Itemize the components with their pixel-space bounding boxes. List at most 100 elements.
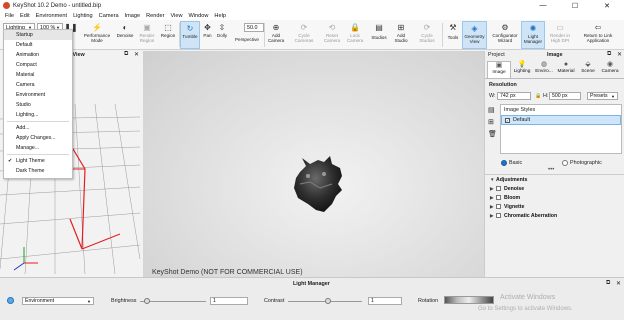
menu-item-manage[interactable]: Manage... [4,143,72,153]
render-viewport[interactable]: KeyShot Demo (NOT FOR COMMERCIAL USE) [143,51,484,277]
dragon-head-model[interactable] [286,154,356,224]
pan-label: Pan [203,33,212,38]
reset-camera-button[interactable]: ⟲ Reset Camera [320,21,344,49]
contrast-label: Contrast [264,298,285,304]
brightness-slider-handle[interactable] [144,298,150,304]
adjustments-header[interactable]: ▼ Adjustments [490,175,620,184]
tab-camera[interactable]: ◉ Camera [598,61,622,78]
menu-item-compact[interactable]: Compact [4,60,72,70]
region-button[interactable]: ⬚ Region [158,21,178,49]
add-style-icon[interactable]: ⊞ [488,118,494,126]
rotation-strip[interactable] [444,296,494,304]
title-bar: KeyShot 10.2 Demo - untitled.bip — ☐ ✕ [0,0,624,11]
presets-dropdown[interactable]: Presets ▼ [587,92,618,100]
perspective-button[interactable]: Perspective [232,35,262,49]
cycle-cameras-button[interactable]: ⟳ Cycle Cameras [292,21,316,49]
performance-icon: ⚡ [92,23,102,32]
menu-window[interactable]: Window [186,13,212,19]
close-button[interactable]: ✕ [594,0,620,11]
adjustment-denoise[interactable]: ▶ Denoise [490,184,620,193]
menu-render[interactable]: Render [143,13,167,19]
menu-view[interactable]: View [167,13,185,19]
close-panel-icon[interactable]: ✕ [616,280,621,287]
menu-lighting[interactable]: Lighting [70,13,96,19]
minimize-button[interactable]: — [530,0,556,11]
tab-image[interactable]: ▣ Image [487,61,511,78]
environment-icon: ◍ [540,61,548,68]
render-high-dpi-button[interactable]: ▭ Render in High DPI [547,21,573,49]
contrast-slider-handle[interactable] [325,298,331,304]
contrast-field[interactable]: 1 [368,297,402,305]
style-default-row[interactable]: ✓ Default [501,115,621,125]
render-region-button[interactable]: ▣ Render Region [137,21,157,49]
performance-mode-button[interactable]: ⚡ Performance Mode [80,21,114,49]
menu-help[interactable]: Help [211,13,229,19]
project-panel: Project Image ⧉ ✕ ▣ Image 💡 Lighting ◍ Envi… [484,51,624,277]
add-camera-button[interactable]: ⊕ Add Camera [265,21,287,49]
menu-item-animation[interactable]: Animation [4,50,72,60]
menu-image[interactable]: Image [122,13,144,19]
tab-scene[interactable]: ⬙ Scene [576,61,600,78]
vignette-checkbox[interactable] [496,204,501,209]
denoise-checkbox[interactable] [496,186,501,191]
studios-button[interactable]: ▤ Studios [368,21,390,49]
configurator-wizard-button[interactable]: ⚙ Configurator Wizard [489,21,521,49]
tab-environment[interactable]: ◍ Enviro... [532,61,556,78]
basic-radio[interactable] [501,160,507,166]
light-manager-button[interactable]: ✺ Light Manager [521,21,545,49]
lock-camera-button[interactable]: 🔒 Lock Camera [344,21,366,49]
menu-item-add[interactable]: Add... [4,123,72,133]
close-panel-icon[interactable]: ✕ [617,51,622,58]
style-list-icon[interactable]: ▤ [488,106,495,114]
check-icon: ✔ [8,158,13,164]
adjustment-chromatic-aberration[interactable]: ▶ Chromatic Aberration [490,211,620,220]
adjustment-bloom[interactable]: ▶ Bloom [490,193,620,202]
bloom-checkbox[interactable] [496,195,501,200]
menu-environment[interactable]: Environment [33,13,70,19]
delete-style-icon[interactable]: 🗑 [488,130,497,138]
menu-item-startup[interactable]: Startup [4,30,72,40]
float-panel-icon[interactable]: ⧉ [124,51,128,58]
height-field[interactable]: 500 px [549,92,581,100]
add-studio-button[interactable]: ⊞ Add Studio [390,21,412,49]
float-panel-icon[interactable]: ⧉ [607,51,611,58]
return-to-link-button[interactable]: ⇦ Return to Link Application [576,21,620,49]
menu-item-camera[interactable]: Camera [4,80,72,90]
tab-material[interactable]: ● Material [554,61,578,78]
dolly-button[interactable]: ⇳ Dolly [214,21,230,49]
chromatic-aberration-checkbox[interactable] [496,213,501,218]
brightness-field[interactable]: 1 [210,297,248,305]
menu-item-studio[interactable]: Studio [4,100,72,110]
pan-button[interactable]: ✥ Pan [201,21,214,49]
link-icon[interactable]: 🔒 [535,93,541,99]
menu-item-apply-changes[interactable]: Apply Changes... [4,133,72,143]
menu-camera[interactable]: Camera [96,13,122,19]
menu-file[interactable]: File [2,13,17,19]
menu-item-default[interactable]: Default [4,40,72,50]
close-panel-icon[interactable]: ✕ [134,51,139,58]
menu-edit[interactable]: Edit [17,13,33,19]
geometry-view-button[interactable]: ◈ Geometry View [462,21,487,49]
environment-select[interactable]: Environment ▼ [22,297,94,305]
menu-separator [7,121,69,122]
menu-item-dark-theme[interactable]: Dark Theme [4,166,72,176]
style-checkbox[interactable]: ✓ [505,118,510,123]
fps-field[interactable]: 50.0 [244,23,264,32]
menu-item-lighting[interactable]: Lighting... [4,110,72,120]
tools-button[interactable]: ⚒ Tools [444,21,462,49]
menu-item-material[interactable]: Material [4,70,72,80]
reset-camera-label: Reset Camera [323,33,341,43]
more-options-icon[interactable]: ••• [548,167,554,173]
adjustment-vignette[interactable]: ▶ Vignette [490,202,620,211]
menu-item-environment[interactable]: Environment [4,90,72,100]
float-panel-icon[interactable]: ⧉ [606,280,610,287]
menu-item-light-theme[interactable]: ✔ Light Theme [4,156,72,166]
environment-light-icon [7,297,14,304]
tab-lighting[interactable]: 💡 Lighting [510,61,534,78]
denoise-button[interactable]: ◐ Denoise [114,21,136,49]
width-field[interactable]: 742 px [497,92,531,100]
tumble-button[interactable]: ↻ Tumble [180,21,200,49]
maximize-button[interactable]: ☐ [562,0,588,11]
cycle-studios-button[interactable]: ⟳ Cycle Studios [414,21,440,49]
photographic-radio[interactable] [562,160,568,166]
